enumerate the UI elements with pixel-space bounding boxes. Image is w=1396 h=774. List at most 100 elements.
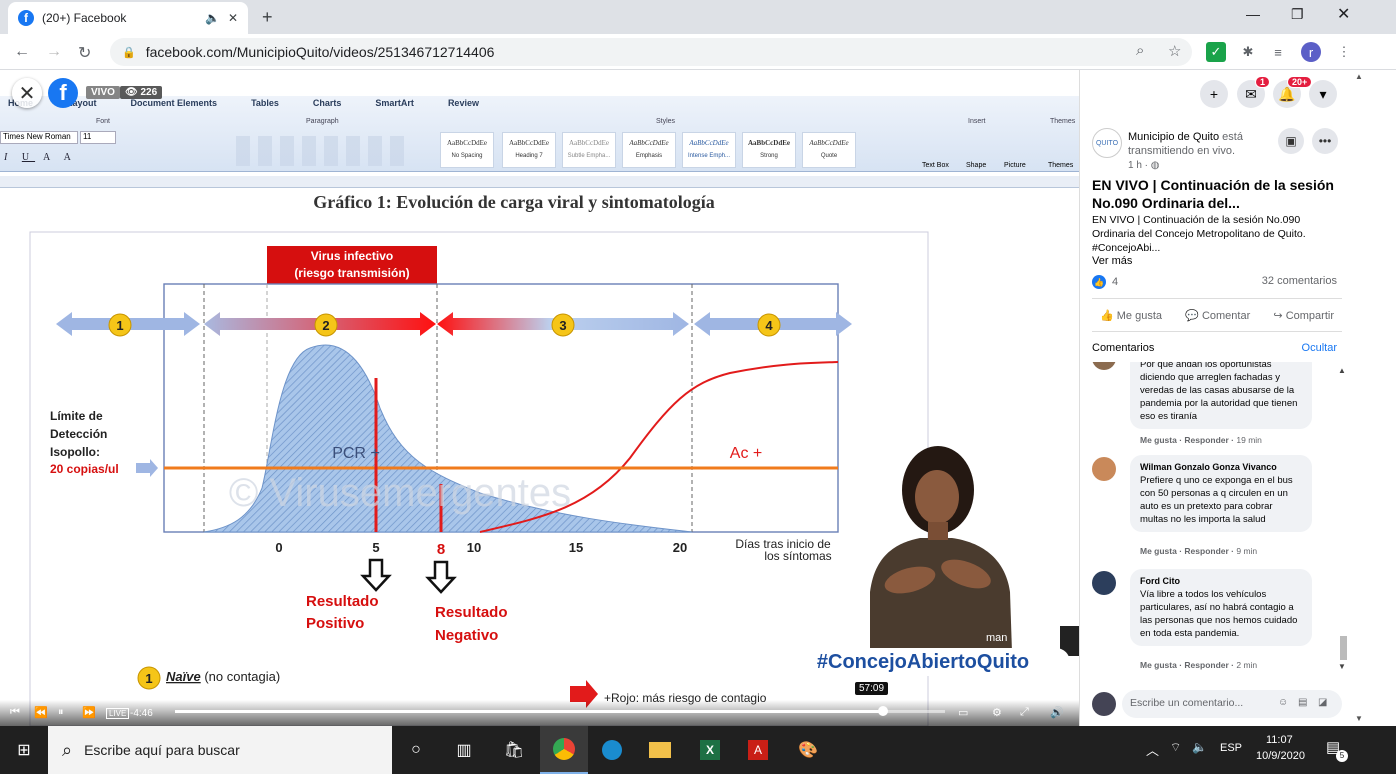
account-menu-button[interactable]: ▾ bbox=[1309, 80, 1337, 108]
figure-title: Gráfico 1: Evolución de carga viral y si… bbox=[313, 192, 714, 212]
chrome-icon[interactable] bbox=[540, 726, 588, 774]
menu-kebab-icon[interactable]: ⋮ bbox=[1334, 42, 1354, 62]
author-name[interactable]: Municipio de Quito bbox=[1128, 131, 1219, 143]
acrobat-icon[interactable]: A bbox=[746, 738, 770, 762]
font-size-field: 11 bbox=[80, 131, 116, 144]
bookmark-star-icon[interactable]: ☆ bbox=[1168, 42, 1181, 60]
comment-button[interactable]: 💬 Comentar bbox=[1185, 309, 1250, 322]
commenter-avatar[interactable] bbox=[1092, 571, 1116, 595]
live-indicator-icon[interactable]: LIVE bbox=[106, 708, 130, 719]
share-button[interactable]: ↪ Compartir bbox=[1273, 309, 1334, 322]
like-count: 4 bbox=[1112, 276, 1119, 288]
commenter-avatar[interactable] bbox=[1092, 362, 1116, 370]
comment-like-link[interactable]: Me gusta bbox=[1140, 435, 1177, 445]
media-control-icon[interactable]: ≡ bbox=[1268, 42, 1288, 62]
volume-tray-icon[interactable]: 🔈 bbox=[1192, 740, 1207, 754]
reload-button[interactable]: ↻ bbox=[78, 43, 91, 63]
browser-tab[interactable]: f (20+) Facebook 🔈 ✕ bbox=[8, 2, 248, 34]
style-no-spacing: AaBbCcDdEe No Spacing bbox=[440, 132, 494, 168]
comment-input[interactable]: Escribe un comentario... ☺ ▤ ◪ bbox=[1122, 690, 1342, 718]
create-button[interactable]: + bbox=[1200, 80, 1228, 108]
limit-label: Isopollo: bbox=[50, 445, 100, 459]
search-icon: ⌕ bbox=[62, 739, 73, 760]
windows-taskbar: ⊞ ⌕ Escribe aquí para buscar ○ ▥ 🛍 X A 🎨… bbox=[0, 726, 1396, 774]
language-indicator[interactable]: ESP bbox=[1220, 742, 1242, 754]
reaction-summary[interactable]: 👍 4 bbox=[1092, 275, 1118, 289]
comment-reply-link[interactable]: Responder bbox=[1184, 435, 1228, 445]
close-video-button[interactable]: ✕ bbox=[12, 78, 42, 108]
messenger-button[interactable]: ✉ 1 bbox=[1237, 76, 1271, 108]
comment-reply-link[interactable]: Responder bbox=[1184, 546, 1228, 556]
gif-icon[interactable]: ▤ bbox=[1298, 697, 1307, 708]
comment-like-link[interactable]: Me gusta bbox=[1140, 546, 1177, 556]
commenter-avatar[interactable] bbox=[1092, 457, 1116, 481]
globe-icon: ◍ bbox=[1150, 160, 1160, 171]
address-bar[interactable]: 🔒 facebook.com/MunicipioQuito/videos/251… bbox=[110, 38, 1192, 66]
file-explorer-icon[interactable] bbox=[648, 738, 672, 762]
comment-reply-link[interactable]: Responder bbox=[1184, 660, 1228, 670]
notifications-button[interactable]: 🔔 20+ bbox=[1273, 76, 1313, 108]
edge-icon[interactable] bbox=[600, 738, 624, 762]
comment-overlay-icon[interactable]: ▭ bbox=[958, 706, 968, 719]
comments-header: Comentarios bbox=[1092, 342, 1155, 354]
clock-date[interactable]: 10/9/2020 bbox=[1256, 750, 1305, 762]
commenter-name[interactable]: Ford Cito bbox=[1140, 575, 1302, 588]
restore-button[interactable]: ❐ bbox=[1291, 6, 1304, 23]
extensions-puzzle-icon[interactable]: ✱ bbox=[1238, 42, 1258, 62]
comments-scrollbar[interactable]: ▲ ▼ bbox=[1338, 366, 1348, 672]
limit-label: Límite de bbox=[50, 409, 103, 423]
comment-count[interactable]: 32 comentarios bbox=[1262, 275, 1337, 287]
network-icon[interactable]: ⌔ bbox=[1170, 740, 1181, 755]
task-view-icon[interactable]: ▥ bbox=[452, 738, 476, 762]
sticker-icon[interactable]: ◪ bbox=[1318, 697, 1327, 708]
comment-time: 19 min bbox=[1236, 435, 1262, 445]
store-icon[interactable]: 🛍 bbox=[502, 738, 526, 762]
hide-comments-link[interactable]: Ocultar bbox=[1302, 342, 1337, 354]
comment-like-link[interactable]: Me gusta bbox=[1140, 660, 1177, 670]
save-button[interactable]: ▣ bbox=[1278, 128, 1304, 154]
settings-gear-icon[interactable]: ⚙ bbox=[992, 706, 1002, 719]
taskbar-search[interactable]: ⌕ Escribe aquí para buscar bbox=[48, 726, 392, 774]
new-tab-button[interactable]: + bbox=[262, 7, 273, 28]
cortana-icon[interactable]: ○ bbox=[404, 738, 428, 762]
more-options-button[interactable]: ••• bbox=[1312, 128, 1338, 154]
fullscreen-icon[interactable]: ⤢ bbox=[1020, 706, 1029, 719]
close-tab-icon[interactable]: ✕ bbox=[228, 11, 238, 25]
excel-icon[interactable]: X bbox=[698, 738, 722, 762]
like-button[interactable]: 👍 Me gusta bbox=[1100, 309, 1162, 322]
page-avatar[interactable]: QUITO bbox=[1092, 128, 1122, 158]
page-scrollbar[interactable]: ▲ ▼ bbox=[1349, 70, 1396, 726]
forward-icon[interactable]: ⏩ bbox=[82, 706, 96, 719]
tray-chevron-icon[interactable]: ︿ bbox=[1146, 740, 1159, 759]
back-button[interactable]: ← bbox=[14, 43, 30, 61]
commenter-name[interactable]: Wilman Gonzalo Gonza Vivanco bbox=[1140, 461, 1302, 474]
comment-bubble: Por que andan los oportunistas diciendo … bbox=[1130, 362, 1312, 429]
x-axis-label: los síntomas bbox=[764, 549, 831, 563]
close-window-button[interactable]: ✕ bbox=[1337, 4, 1350, 24]
zoom-icon[interactable]: ⌕ bbox=[1136, 42, 1144, 59]
profile-avatar[interactable]: r bbox=[1301, 42, 1321, 62]
word-ribbon: Home Layout Document Elements Tables Cha… bbox=[0, 96, 1079, 172]
clock-time[interactable]: 11:07 bbox=[1266, 734, 1293, 746]
speaker-icon[interactable]: 🔈 bbox=[205, 11, 220, 25]
result-positive-label: Positivo bbox=[306, 615, 364, 632]
see-more-link[interactable]: Ver más bbox=[1092, 255, 1132, 267]
volume-icon[interactable]: 🔊 bbox=[1050, 706, 1064, 719]
video-player[interactable]: Home Layout Document Elements Tables Cha… bbox=[0, 70, 1079, 726]
forward-button[interactable]: → bbox=[46, 43, 62, 61]
paint-icon[interactable]: 🎨 bbox=[796, 738, 820, 762]
emoji-icon[interactable]: ☺ bbox=[1278, 697, 1288, 708]
pause-icon[interactable]: ⏸ bbox=[58, 706, 64, 719]
x-tick: 20 bbox=[673, 540, 687, 555]
insert-themes-label: Themes bbox=[1048, 162, 1074, 169]
rewind-icon[interactable]: ⏪ bbox=[34, 706, 48, 719]
facebook-favicon-icon: f bbox=[18, 10, 34, 26]
extension-check-icon[interactable]: ✓ bbox=[1206, 42, 1226, 62]
skip-back-icon[interactable]: ⏮ bbox=[10, 706, 20, 719]
font-name-field: Times New Roman bbox=[0, 131, 78, 144]
windows-start-icon[interactable]: ⊞ bbox=[12, 738, 36, 762]
minimize-button[interactable]: — bbox=[1246, 6, 1260, 22]
limit-pointer-arrow bbox=[136, 459, 158, 477]
more-dots-icon: ••• bbox=[1318, 134, 1332, 148]
progress-bar[interactable] bbox=[175, 706, 945, 716]
